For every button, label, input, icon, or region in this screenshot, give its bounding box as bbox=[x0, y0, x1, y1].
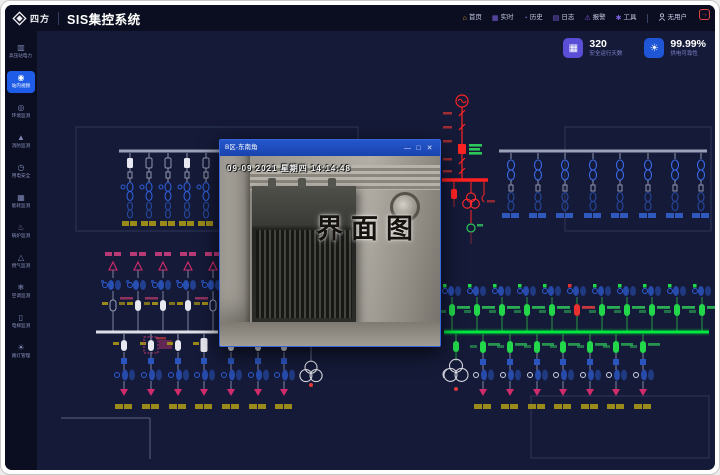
nav-item-history[interactable]: ◔历史 bbox=[523, 15, 542, 22]
history-icon: ◔ bbox=[523, 15, 527, 22]
nav-item-label: 实时 bbox=[500, 15, 513, 22]
sidebar-item-label: 空调监测 bbox=[12, 294, 30, 299]
nav-item-alarm-bell[interactable]: ⚠报警 bbox=[584, 15, 605, 22]
sidebar-item-streetlight[interactable]: ☀ 路灯管理 bbox=[7, 341, 35, 363]
hvac-icon: ❄ bbox=[18, 284, 25, 292]
header-bar: 四方 SIS集控系统 ⌂首页 ▦实时 ◔历史 ▤日志 ⚠报警 ✱工具 无用户 → bbox=[5, 5, 715, 31]
stat-card: ☀ 99.99%供电可靠性 bbox=[644, 38, 706, 58]
header-divider bbox=[58, 12, 59, 25]
top-nav: ⌂首页 ▦实时 ◔历史 ▤日志 ⚠报警 ✱工具 无用户 → bbox=[463, 5, 710, 31]
transformer-bushing bbox=[328, 178, 336, 188]
boiler-icon: ♨ bbox=[17, 224, 24, 232]
sidebar-item-fire[interactable]: ▲ 消防监测 bbox=[7, 131, 35, 153]
app-root: 四方 SIS集控系统 ⌂首页▦实时◔历史▤日志⚠报警✱工具无用户→ ▥高压站电力… bbox=[5, 5, 715, 470]
tools-icon: ✱ bbox=[616, 15, 622, 22]
sidebar-item-camera[interactable]: ◉ 站内视频 bbox=[7, 71, 35, 93]
gas-icon: △ bbox=[18, 254, 24, 262]
stats-cards: ▦ 320安全运行天数 ☀ 99.99%供电可靠性 bbox=[563, 38, 706, 58]
realtime-icon: ▦ bbox=[492, 15, 499, 22]
nav-item-home[interactable]: ⌂首页 bbox=[463, 15, 482, 22]
camera-icon: ◉ bbox=[18, 74, 25, 82]
popup-title-bar[interactable]: B区-东南角 —□✕ bbox=[220, 140, 440, 156]
sidebar-item-power-safety[interactable]: ◷ 用电安全 bbox=[7, 161, 35, 183]
stat-value: 320 bbox=[589, 38, 622, 51]
logo-text: 四方 bbox=[30, 12, 50, 25]
top-left-feeder-group bbox=[119, 151, 219, 226]
sifang-logo-icon bbox=[12, 11, 27, 26]
nav-item-label: 历史 bbox=[530, 15, 543, 22]
app-title: SIS集控系统 bbox=[67, 9, 141, 28]
sidebar-item-label: 高压站电力 bbox=[9, 54, 32, 59]
popup-title: B区-东南角 bbox=[225, 145, 402, 152]
watermark-text: 界面图 bbox=[316, 207, 421, 246]
hv-substation-icon: ▥ bbox=[17, 44, 25, 52]
transformer-bushing bbox=[268, 178, 276, 188]
sidebar-item-label: 站内视频 bbox=[12, 84, 30, 89]
camera-video-feed: 09-09 2021 星期四 14:14:48 bbox=[220, 156, 440, 346]
video-left-wall bbox=[220, 156, 250, 346]
streetlight-icon: ☀ bbox=[17, 344, 24, 352]
stat-value: 99.99% bbox=[670, 38, 706, 51]
stat-label: 安全运行天数 bbox=[589, 51, 622, 58]
close-button[interactable]: ✕ bbox=[424, 145, 435, 152]
sidebar-item-label: 电梯监测 bbox=[12, 324, 30, 329]
sidebar-item-label: 环境监测 bbox=[12, 114, 30, 119]
fire-icon: ▲ bbox=[17, 134, 25, 142]
nav-separator bbox=[647, 14, 648, 23]
maximize-button[interactable]: □ bbox=[413, 145, 424, 152]
alarm-bell-icon: ⚠ bbox=[584, 15, 590, 22]
video-floor bbox=[220, 322, 440, 346]
nav-item-log[interactable]: ▤日志 bbox=[553, 15, 575, 22]
sidebar-item-gas[interactable]: △ 燃气监测 bbox=[7, 251, 35, 273]
safe-days-icon: ▦ bbox=[563, 38, 583, 58]
nav-item-label: 首页 bbox=[469, 15, 482, 22]
sidebar-item-label: 消防监测 bbox=[12, 144, 30, 149]
user-menu[interactable]: 无用户 bbox=[658, 13, 688, 23]
sidebar-item-elevator[interactable]: ▯ 电梯监测 bbox=[7, 311, 35, 333]
nav-item-label: 日志 bbox=[561, 15, 574, 22]
sidebar-item-hvac[interactable]: ❄ 空调监测 bbox=[7, 281, 35, 303]
power-safety-icon: ◷ bbox=[18, 164, 25, 172]
sidebar-item-environment[interactable]: ◎ 环境监测 bbox=[7, 101, 35, 123]
elevator-icon: ▯ bbox=[19, 314, 23, 322]
sidebar-item-label: 用电安全 bbox=[12, 174, 30, 179]
sidebar-item-label: 燃气监测 bbox=[12, 264, 30, 269]
stat-label: 供电可靠性 bbox=[670, 51, 706, 58]
top-right-feeder-group bbox=[499, 151, 709, 218]
nav-item-label: 工具 bbox=[624, 15, 637, 22]
user-icon bbox=[658, 13, 666, 23]
right-upper-feeder-row bbox=[439, 284, 715, 332]
transformer-bushing bbox=[298, 178, 306, 188]
exit-icon[interactable]: → bbox=[699, 9, 710, 20]
window-controls: —□✕ bbox=[402, 145, 435, 152]
log-icon: ▤ bbox=[553, 15, 560, 22]
right-lower-feeder-row bbox=[443, 334, 660, 409]
sidebar: ▥ 高压站电力 ◉ 站内视频 ◎ 环境监测 ▲ 消防监测 ◷ 用电安全 ▦ 能耗监测 ♨ 锅炉监测 △ 燃气监… bbox=[5, 31, 37, 470]
home-icon: ⌂ bbox=[463, 15, 467, 22]
sidebar-item-boiler[interactable]: ♨ 锅炉监测 bbox=[7, 221, 35, 243]
app-window: 四方 SIS集控系统 ⌂首页▦实时◔历史▤日志⚠报警✱工具无用户→ ▥高压站电力… bbox=[0, 0, 720, 475]
reliability-icon: ☀ bbox=[644, 38, 664, 58]
nav-item-realtime[interactable]: ▦实时 bbox=[492, 15, 514, 22]
sidebar-item-hv-substation[interactable]: ▥ 高压站电力 bbox=[7, 41, 35, 63]
stat-card: ▦ 320安全运行天数 bbox=[563, 38, 622, 58]
user-label: 无用户 bbox=[668, 15, 688, 22]
sidebar-item-label: 锅炉监测 bbox=[12, 234, 30, 239]
sidebar-item-label: 能耗监测 bbox=[12, 204, 30, 209]
incoming-source-feeder bbox=[442, 95, 495, 244]
sidebar-item-energy[interactable]: ▦ 能耗监测 bbox=[7, 191, 35, 213]
minimize-button[interactable]: — bbox=[402, 145, 413, 152]
energy-icon: ▦ bbox=[17, 194, 25, 202]
environment-icon: ◎ bbox=[18, 104, 25, 112]
mid-left-feeder-row bbox=[96, 252, 225, 332]
video-timestamp-overlay: 09-09 2021 星期四 14:14:48 bbox=[227, 165, 437, 173]
sidebar-item-label: 路灯管理 bbox=[12, 354, 30, 359]
nav-item-label: 报警 bbox=[593, 15, 606, 22]
nav-item-tools[interactable]: ✱工具 bbox=[616, 15, 637, 22]
